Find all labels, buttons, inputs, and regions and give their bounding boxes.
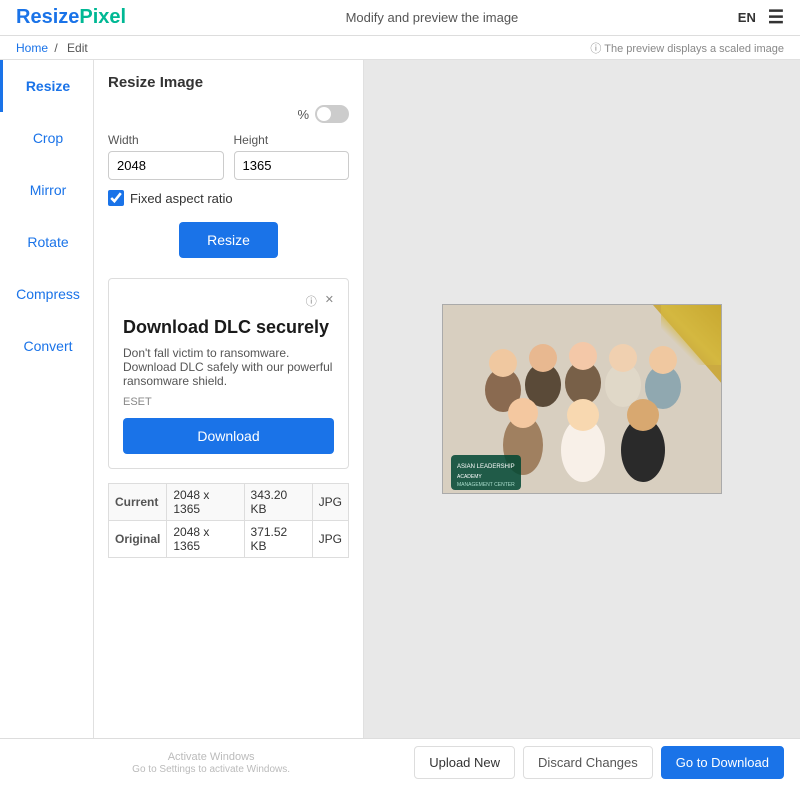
svg-text:MANAGEMENT CENTER: MANAGEMENT CENTER (457, 482, 515, 488)
logo-resize: Resize (16, 6, 79, 28)
sidebar-item-convert[interactable]: Convert (0, 320, 93, 372)
original-format: JPG (312, 521, 348, 558)
sidebar-item-crop[interactable]: Crop (0, 112, 93, 164)
breadcrumb-home[interactable]: Home (16, 41, 48, 55)
width-label: Width (108, 133, 224, 147)
width-input[interactable] (108, 151, 224, 180)
current-label: Current (109, 484, 167, 521)
aspect-ratio-checkbox[interactable] (108, 190, 124, 206)
subheader: Home / Edit ⓘ The preview displays a sca… (0, 36, 800, 60)
width-group: Width (108, 133, 224, 180)
watermark-text: Activate WindowsGo to Settings to activa… (16, 751, 406, 775)
preview-note: ⓘ The preview displays a scaled image (590, 40, 784, 56)
discard-changes-button[interactable]: Discard Changes (523, 746, 653, 779)
percent-toggle-switch[interactable] (315, 105, 349, 123)
sidebar: Resize Crop Mirror Rotate Compress Conve… (0, 60, 94, 738)
sidebar-item-mirror[interactable]: Mirror (0, 164, 93, 216)
ad-header: ⓘ ✕ (123, 293, 334, 309)
image-corner-decor (661, 305, 721, 365)
percent-toggle: % (108, 105, 349, 123)
upload-new-button[interactable]: Upload New (414, 746, 515, 779)
preview-image-container: ASIAN LEADERSHIP ACADEMY MANAGEMENT CENT… (442, 304, 722, 494)
breadcrumb: Home / Edit (16, 41, 91, 55)
height-input[interactable] (234, 151, 350, 180)
height-group: Height (234, 133, 350, 180)
current-format: JPG (312, 484, 348, 521)
aspect-ratio-label: Fixed aspect ratio (130, 191, 233, 206)
breadcrumb-current: Edit (67, 41, 88, 55)
sidebar-item-rotate[interactable]: Rotate (0, 216, 93, 268)
breadcrumb-separator: / (54, 41, 57, 55)
app-logo: ResizePixel (16, 6, 126, 29)
ad-download-button[interactable]: Download (123, 418, 334, 454)
app-header: ResizePixel Modify and preview the image… (0, 0, 800, 36)
footer-bar: Activate WindowsGo to Settings to activa… (0, 738, 800, 786)
ad-body: Don't fall victim to ransomware. Downloa… (123, 346, 334, 388)
svg-text:ACADEMY: ACADEMY (457, 474, 482, 480)
ad-info-icon[interactable]: ⓘ (306, 293, 317, 309)
preview-image: ASIAN LEADERSHIP ACADEMY MANAGEMENT CENT… (442, 304, 722, 494)
current-dimensions: 2048 x 1365 (167, 484, 244, 521)
panel-title: Resize Image (108, 74, 349, 91)
sidebar-item-resize[interactable]: Resize (0, 60, 93, 112)
percent-label: % (297, 107, 309, 122)
dimensions-inputs: Width Height (108, 133, 349, 180)
header-right: EN ☰ (738, 7, 784, 28)
header-title: Modify and preview the image (346, 10, 519, 25)
preview-area: ASIAN LEADERSHIP ACADEMY MANAGEMENT CENT… (364, 60, 800, 738)
ad-title: Download DLC securely (123, 317, 334, 338)
main-layout: Resize Crop Mirror Rotate Compress Conve… (0, 60, 800, 738)
ad-close-icon[interactable]: ✕ (325, 293, 334, 309)
original-dimensions: 2048 x 1365 (167, 521, 244, 558)
original-label: Original (109, 521, 167, 558)
language-selector[interactable]: EN (738, 10, 756, 25)
left-panel: Resize Image % Width Height Fixed aspect… (94, 60, 364, 738)
ad-section: ⓘ ✕ Download DLC securely Don't fall vic… (108, 278, 349, 469)
current-size: 343.20 KB (244, 484, 312, 521)
height-label: Height (234, 133, 350, 147)
logo-pixel: Pixel (79, 6, 126, 28)
sidebar-item-compress[interactable]: Compress (0, 268, 93, 320)
resize-button[interactable]: Resize (179, 222, 278, 258)
ad-brand: ESET (123, 396, 334, 408)
original-size: 371.52 KB (244, 521, 312, 558)
aspect-ratio-group: Fixed aspect ratio (108, 190, 349, 206)
go-to-download-button[interactable]: Go to Download (661, 746, 784, 779)
info-table: Current 2048 x 1365 343.20 KB JPG Origin… (108, 483, 349, 558)
hamburger-icon[interactable]: ☰ (768, 7, 784, 28)
svg-text:ASIAN LEADERSHIP: ASIAN LEADERSHIP (457, 464, 515, 470)
preview-note-text: ⓘ The preview displays a scaled image (590, 40, 784, 56)
